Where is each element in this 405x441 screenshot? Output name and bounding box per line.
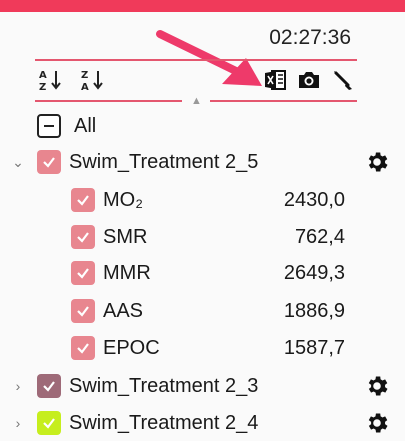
svg-text:A: A	[81, 82, 89, 92]
select-all-checkbox[interactable]	[37, 114, 61, 138]
toolbar-divider-right	[210, 100, 357, 102]
item-label: SMR	[103, 225, 148, 248]
item-label: MO₂	[103, 188, 143, 211]
checkmark-icon	[43, 157, 55, 168]
item-checkbox[interactable]	[71, 225, 95, 249]
screenshot-button[interactable]	[294, 66, 324, 94]
group-label: Swim_Treatment 2_5	[69, 150, 259, 173]
tree-item-row[interactable]: SMR 762,4	[0, 221, 405, 253]
item-checkbox[interactable]	[71, 336, 95, 360]
camera-icon	[299, 72, 319, 88]
select-all-row[interactable]: All	[0, 110, 405, 142]
clock-time: 02:27:36	[269, 26, 351, 49]
sort-ascending-button[interactable]: A Z	[36, 66, 66, 94]
sort-descending-button[interactable]: Z A	[78, 66, 108, 94]
tree-item-row[interactable]: MO₂ 2430,0	[0, 184, 405, 216]
tree-group-row[interactable]: ⌄ Swim_Treatment 2_5	[0, 146, 405, 178]
checkmark-icon	[43, 418, 55, 429]
toolbar-divider-left	[35, 100, 182, 102]
checkmark-icon	[77, 343, 89, 354]
sort-ascending-icon: A Z	[39, 70, 61, 92]
excel-icon	[265, 70, 286, 90]
checkmark-icon	[77, 306, 89, 317]
brush-icon	[334, 71, 352, 90]
item-value: 1587,7	[283, 336, 345, 359]
group-label: Swim_Treatment 2_4	[69, 411, 259, 434]
gear-icon[interactable]	[364, 410, 390, 436]
item-value: 2649,3	[283, 261, 345, 284]
item-label: MMR	[103, 261, 151, 284]
toolbar: A Z Z A	[0, 64, 405, 96]
tree-group-row[interactable]: › Swim_Treatment 2_3	[0, 370, 405, 402]
svg-text:Z: Z	[81, 70, 88, 81]
item-checkbox[interactable]	[71, 299, 95, 323]
group-checkbox[interactable]	[37, 150, 61, 174]
export-excel-button[interactable]	[260, 66, 290, 94]
group-label: Swim_Treatment 2_3	[69, 374, 259, 397]
gear-icon[interactable]	[364, 373, 390, 399]
select-all-label: All	[74, 114, 97, 137]
tree-item-row[interactable]: EPOC 1587,7	[0, 332, 405, 364]
group-checkbox[interactable]	[37, 411, 61, 435]
brush-tool-button[interactable]	[328, 66, 358, 94]
tree-item-row[interactable]: MMR 2649,3	[0, 257, 405, 289]
item-checkbox[interactable]	[71, 261, 95, 285]
group-checkbox[interactable]	[37, 374, 61, 398]
item-value: 1886,9	[283, 299, 345, 322]
checkmark-icon	[77, 195, 89, 206]
chevron-right-icon[interactable]: ›	[11, 415, 25, 431]
item-value: 762,4	[294, 225, 345, 248]
indeterminate-icon	[44, 125, 54, 127]
header-divider	[35, 59, 357, 61]
chevron-down-icon[interactable]: ⌄	[11, 154, 25, 171]
item-label: EPOC	[103, 336, 160, 359]
item-label: AAS	[103, 299, 144, 322]
sort-descending-icon: Z A	[81, 70, 103, 92]
svg-text:Z: Z	[39, 82, 46, 92]
tree-group-row[interactable]: › Swim_Treatment 2_4	[0, 407, 405, 439]
collapse-toolbar-caret-icon[interactable]: ▲	[191, 95, 202, 107]
gear-icon[interactable]	[364, 149, 390, 175]
item-value: 2430,0	[283, 188, 345, 211]
svg-text:A: A	[39, 70, 47, 81]
checkmark-icon	[77, 268, 89, 279]
checkmark-icon	[43, 381, 55, 392]
checkmark-icon	[77, 232, 89, 243]
chevron-right-icon[interactable]: ›	[11, 378, 25, 394]
tree-item-row[interactable]: AAS 1886,9	[0, 295, 405, 327]
top-accent-bar	[0, 0, 405, 12]
item-checkbox[interactable]	[71, 188, 95, 212]
